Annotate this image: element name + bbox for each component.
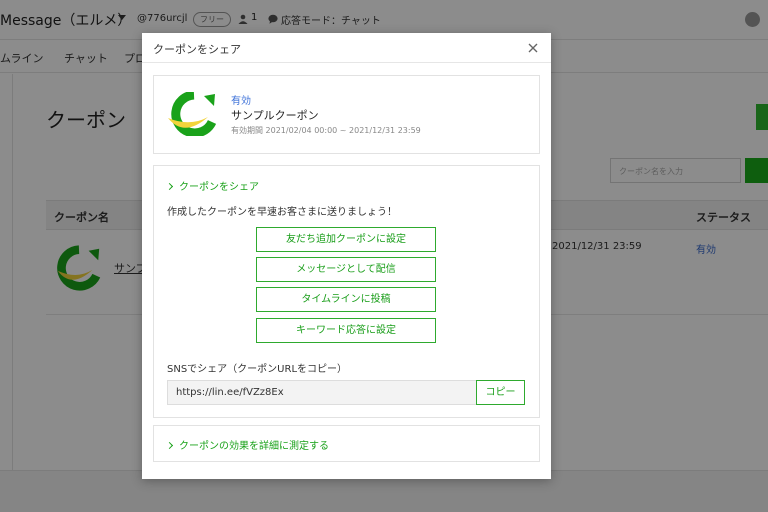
send-as-message-button[interactable]: メッセージとして配信 xyxy=(256,257,436,282)
measure-effect-label: クーポンの効果を詳細に測定する xyxy=(179,441,329,452)
set-friend-add-coupon-button[interactable]: 友だち追加クーポンに設定 xyxy=(256,227,436,252)
share-section-label: クーポンをシェア xyxy=(179,182,259,193)
share-intro-text: 作成したクーポンを早速お客さまに送りましょう！ xyxy=(167,207,397,218)
chevron-right-icon xyxy=(165,182,174,191)
chevron-right-icon xyxy=(165,441,174,450)
share-section-toggle[interactable]: クーポンをシェア xyxy=(165,178,259,193)
close-icon[interactable] xyxy=(526,41,540,55)
measure-section-card: クーポンの効果を詳細に測定する xyxy=(153,425,540,462)
post-to-timeline-button[interactable]: タイムラインに投稿 xyxy=(256,287,436,312)
coupon-logo-icon xyxy=(168,92,217,136)
copy-url-button[interactable]: コピー xyxy=(476,380,525,405)
modal-header: クーポンをシェア xyxy=(142,33,551,63)
set-keyword-response-button[interactable]: キーワード応答に設定 xyxy=(256,318,436,343)
modal-title: クーポンをシェア xyxy=(153,43,241,56)
share-coupon-modal: クーポンをシェア 有効 サンプルクーポン 有効期間 2021/02/04 00:… xyxy=(142,33,551,479)
share-section-card: クーポンをシェア 作成したクーポンを早速お客さまに送りましょう！ 友だち追加クー… xyxy=(153,165,540,418)
coupon-status: 有効 xyxy=(231,96,251,107)
coupon-name: サンプルクーポン xyxy=(231,109,319,122)
coupon-summary-card: 有効 サンプルクーポン 有効期間 2021/02/04 00:00 ~ 2021… xyxy=(153,75,540,154)
coupon-validity-period: 有効期間 2021/02/04 00:00 ~ 2021/12/31 23:59 xyxy=(231,126,421,135)
measure-effect-toggle[interactable]: クーポンの効果を詳細に測定する xyxy=(165,437,329,452)
coupon-url-field[interactable]: https://lin.ee/fVZz8Ex xyxy=(167,380,477,405)
sns-share-label: SNSでシェア（クーポンURLをコピー） xyxy=(167,364,348,375)
